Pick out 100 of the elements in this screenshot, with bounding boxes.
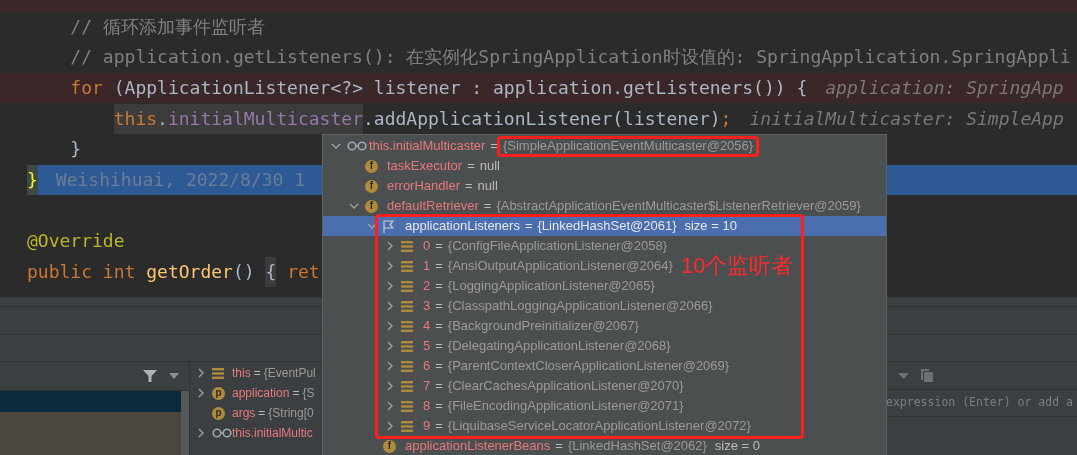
parameter-icon: p: [212, 406, 225, 420]
inline-hint: initialMulticaster: SimpleApp: [749, 106, 1064, 131]
flag-icon: [383, 219, 394, 233]
keyword: ;: [720, 106, 732, 131]
tree-row[interactable]: 4 = {BackgroundPreinitializer@2067}: [323, 316, 639, 336]
list-icon: [401, 420, 413, 432]
parameter-icon: p: [212, 386, 225, 400]
field-icon: f: [365, 159, 378, 173]
tree-row[interactable]: 0 = {ConfigFileApplicationListener@2058}: [323, 236, 667, 256]
size-label: size = 10: [684, 217, 737, 236]
tree-row[interactable]: 7 = {ClearCachesApplicationListener@2070}: [323, 376, 684, 396]
code-text: .: [157, 103, 168, 134]
equals-sign: =: [435, 317, 443, 336]
size-label: size = 0: [714, 437, 761, 455]
keyword: this: [113, 103, 158, 134]
tree-row[interactable]: 8 = {FileEncodingApplicationListener@2071}: [323, 396, 684, 416]
variable-value: {LinkedHashSet@2061}: [537, 217, 677, 236]
variable-name: args: [232, 405, 256, 422]
list-icon: [212, 367, 224, 379]
equals-sign: =: [483, 197, 492, 216]
variable-name: 3: [423, 297, 431, 316]
code-text: (ApplicationListener<?> listener : application.getListeners()) {: [113, 76, 808, 101]
field-icon: f: [365, 179, 378, 193]
filter-icon[interactable]: [143, 369, 157, 383]
brace: }: [27, 164, 38, 195]
equals-sign: =: [435, 297, 443, 316]
variable-name: this: [232, 365, 251, 382]
tree-row[interactable]: this.initialMulticaster = {SimpleApplicationEventMulticaster@2056}: [323, 136, 760, 156]
equals-sign: =: [435, 377, 443, 396]
tree-row[interactable]: 9 = {LiquibaseServiceLocatorApplicationListener@2072}: [323, 416, 751, 436]
caret-icon[interactable]: [169, 373, 179, 379]
equals-sign: =: [253, 365, 261, 382]
variable-value: {ParentContextCloserApplicationListener@2069}: [447, 357, 730, 376]
tree-row[interactable]: applicationListeners = {LinkedHashSet@2061} size = 10: [323, 216, 886, 236]
variable-value: {FileEncodingApplicationListener@2071}: [447, 397, 684, 416]
code-comment: // 循环添加事件监听者: [70, 14, 265, 39]
variable-name: applicationListenerBeans: [405, 437, 551, 455]
scrollbar[interactable]: [181, 391, 189, 455]
tree-row[interactable]: f errorHandler = null: [323, 176, 498, 196]
variable-name: 6: [423, 357, 431, 376]
annotation: @Override: [27, 229, 125, 254]
caret-icon[interactable]: [898, 372, 909, 379]
variable-value: {LoggingApplicationListener@2065}: [447, 277, 655, 296]
chevron-down-icon[interactable]: [331, 141, 341, 151]
frame-row[interactable]: [0, 391, 181, 413]
list-icon: [401, 240, 413, 252]
variable-value: {LiquibaseServiceLocatorApplicationListener@2072}: [447, 417, 751, 436]
equals-sign: =: [292, 385, 300, 402]
equals-sign: =: [435, 337, 443, 356]
tree-row[interactable]: f applicationListenerBeans = {LinkedHashSet@2062} size = 0: [323, 436, 761, 455]
keyword: public int: [27, 259, 137, 284]
variable-value: {AnsiOutputApplicationListener@2064}: [447, 257, 673, 276]
inline-hint: application: SpringApp: [825, 76, 1064, 101]
variable-value: {BackgroundPreinitializer@2067}: [447, 317, 639, 336]
variable-value: {DelegatingApplicationListener@2068}: [447, 337, 671, 356]
chevron-right-icon[interactable]: [196, 428, 206, 438]
equals-sign: =: [435, 277, 443, 296]
glasses-icon: [212, 428, 232, 438]
variable-name: 5: [423, 337, 431, 356]
variable-value: null: [477, 177, 498, 196]
equals-sign: =: [490, 137, 498, 156]
list-icon: [401, 300, 413, 312]
variable-name: 0: [423, 237, 431, 256]
variable-value: {ConfigFileApplicationListener@2058}: [447, 237, 667, 256]
list-icon: [401, 360, 413, 372]
field-icon: f: [365, 199, 378, 213]
variable-value: {ClearCachesApplicationListener@2070}: [447, 377, 684, 396]
variable-name: 2: [423, 277, 431, 296]
variable-name: this.initialMultic: [232, 425, 313, 442]
field-icon: f: [383, 439, 396, 453]
keyword: ret: [287, 259, 320, 284]
method-name: getOrder: [146, 259, 233, 284]
code-text: .addApplicationListener(listener): [363, 106, 721, 131]
variable-value: {S: [302, 385, 315, 402]
annotation-label: 10个监听者: [681, 253, 794, 279]
list-icon: [401, 340, 413, 352]
list-icon: [401, 380, 413, 392]
tree-row[interactable]: 1 = {AnsiOutputApplicationListener@2064}: [323, 256, 673, 276]
tree-row[interactable]: 5 = {DelegatingApplicationListener@2068}: [323, 336, 671, 356]
variable-name: 1: [423, 257, 431, 276]
tree-row[interactable]: 6 = {ParentContextCloserApplicationListener@2069}: [323, 356, 730, 376]
variable-value: {EventPul: [263, 365, 316, 382]
list-icon: [401, 280, 413, 292]
variable-name: 7: [423, 377, 431, 396]
tree-row[interactable]: f defaultRetriever = {AbstractApplicationEventMulticaster$ListenerRetriever@2059}: [323, 196, 861, 216]
tree-row[interactable]: f taskExecutor = null: [323, 156, 500, 176]
tree-row[interactable]: 2 = {LoggingApplicationListener@2065}: [323, 276, 655, 296]
variable-name: taskExecutor: [387, 157, 463, 176]
code-text: (): [232, 259, 256, 284]
equals-sign: =: [555, 437, 563, 455]
list-icon: [401, 260, 413, 272]
tree-row[interactable]: 3 = {ClasspathLoggingApplicationListener@2066}: [323, 296, 713, 316]
equals-sign: =: [435, 417, 443, 436]
list-icon: [401, 320, 413, 332]
glasses-icon: [347, 141, 367, 151]
copy-icon[interactable]: [921, 369, 933, 382]
variable-value: {LinkedHashSet@2062}: [567, 437, 707, 455]
variable-name: applicationListeners: [405, 217, 520, 236]
equals-sign: =: [435, 257, 443, 276]
expression-field[interactable]: expression (Enter) or add a: [886, 394, 1073, 412]
